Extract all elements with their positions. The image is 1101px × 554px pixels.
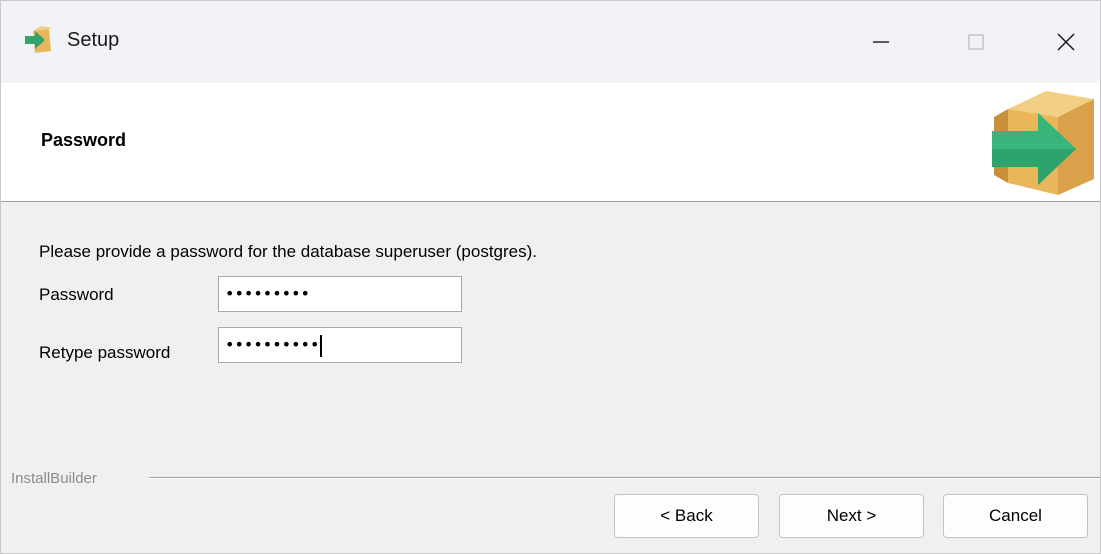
retype-password-label: Retype password [39,343,171,362]
title-bar[interactable]: Setup [1,1,1100,84]
close-button[interactable] [1021,1,1100,83]
intro-text: Please provide a password for the databa… [39,242,537,261]
installer-box-arrow-icon [992,91,1094,195]
retype-password-field[interactable]: •••••••••• [218,327,462,363]
next-button[interactable]: Next > [779,494,924,538]
footer-divider [149,477,1100,479]
brand-label: InstallBuilder [11,470,97,487]
retype-password-value: •••••••••• [225,335,320,354]
cancel-button[interactable]: Cancel [943,494,1088,538]
close-icon [1057,33,1075,51]
page-title: Password [41,130,127,150]
maximize-button[interactable] [931,1,1021,83]
setup-window: Setup Password Please provide a password… [0,0,1101,554]
page-header: Password [1,83,1100,202]
minimize-icon [873,41,889,43]
text-caret [320,334,323,357]
password-value: ••••••••• [225,284,310,303]
maximize-icon [968,34,984,50]
window-title: Setup [67,29,120,51]
password-field[interactable]: ••••••••• [218,276,462,312]
installer-box-arrow-icon [25,26,53,53]
password-label: Password [39,285,114,304]
minimize-button[interactable] [836,1,926,83]
back-button[interactable]: < Back [614,494,759,538]
